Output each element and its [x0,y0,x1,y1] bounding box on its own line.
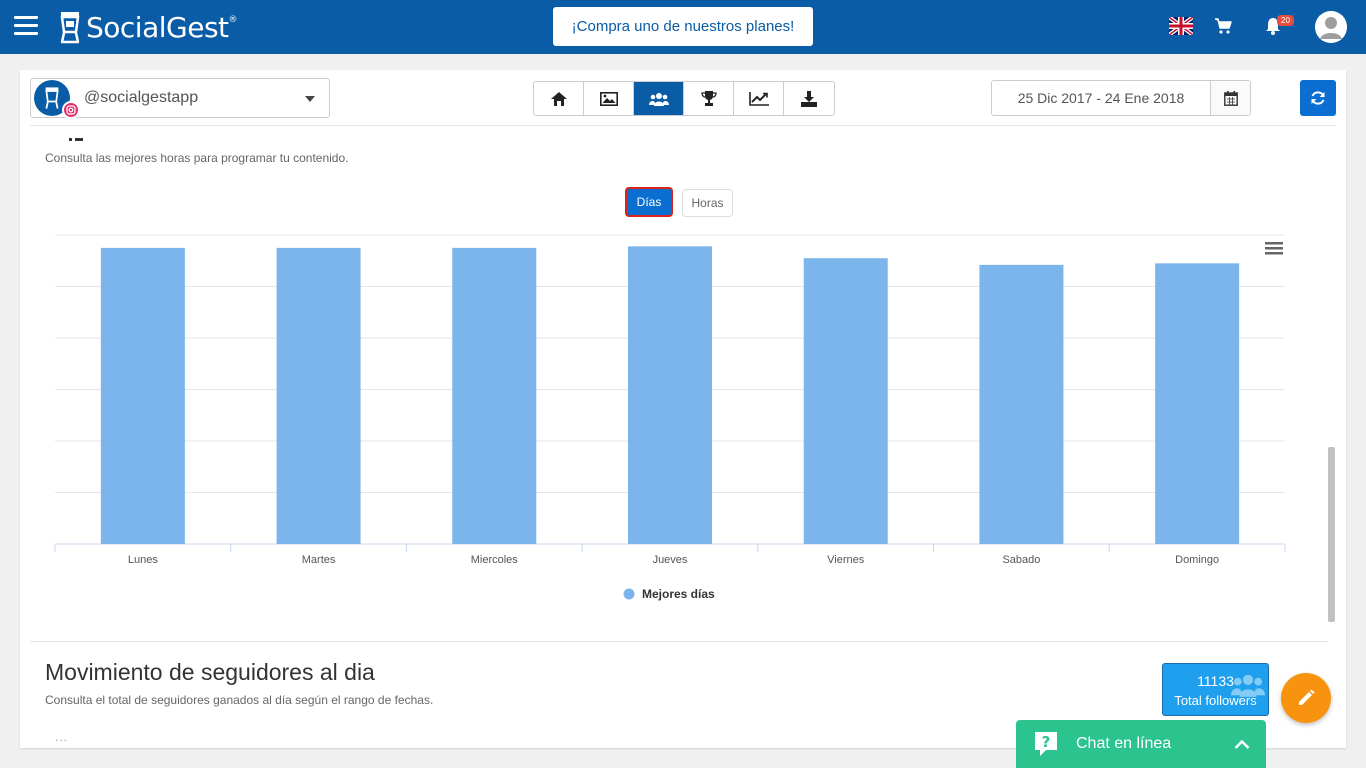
chart-legend-marker [623,588,635,600]
calendar-icon [1223,90,1238,106]
section-title-fragment [69,138,83,141]
uk-flag-icon[interactable] [1167,15,1195,37]
refresh-icon [1311,91,1325,105]
chart-category-label: Martes [302,554,336,566]
chart-scrollbar[interactable] [1328,447,1335,622]
pencil-icon [1299,689,1315,705]
tab-trophy[interactable] [684,82,734,115]
chart-menu-icon[interactable] [1265,241,1283,260]
best-times-subtitle: Consulta las mejores horas para programa… [45,151,349,165]
account-selector[interactable]: @socialgestapp [30,78,330,119]
refresh-button[interactable] [1300,80,1336,116]
chart-category-label: Lunes [128,554,158,566]
followers-section-subtitle: Consulta el total de seguidores ganados … [45,693,434,707]
tab-stats[interactable] [734,82,784,115]
main-panel: @socialgestapp 25 Dic 2017 - 24 Ene 2018 [20,70,1346,748]
trophy-icon [700,91,717,106]
chart-category-label: Domingo [1175,554,1219,566]
image-icon [599,91,618,106]
chart-bar [628,246,712,544]
logo-icon [60,12,80,44]
home-icon [550,91,567,106]
best-days-chart: Lunes Martes Miercoles Jueves Viernes Sabado D… [54,234,1286,601]
date-range-picker[interactable]: 25 Dic 2017 - 24 Ene 2018 [991,80,1251,116]
instagram-icon [62,101,80,119]
section-fragment: ... [55,730,69,744]
followers-section-title: Movimiento de seguidores al dia [45,659,375,685]
chart-legend-label: Mejores días [642,587,715,601]
users-icon [648,92,669,106]
svg-text:?: ? [1042,733,1051,751]
account-avatar [34,80,80,119]
date-range-text: 25 Dic 2017 - 24 Ene 2018 [1017,90,1185,106]
chart-category-label: Miercoles [471,554,519,566]
user-avatar-icon[interactable] [1315,11,1347,43]
edit-fab-button[interactable] [1281,673,1331,723]
total-followers-label: Total followers [1174,693,1257,708]
menu-icon[interactable] [14,16,38,36]
section-tabs [533,81,835,116]
chevron-down-icon [305,96,315,102]
logo-text: SocialGest® [86,10,238,44]
section-divider [30,641,1328,642]
line-chart-icon [748,91,769,106]
calendar-button[interactable] [1210,81,1250,115]
account-name: @socialgestapp [84,89,199,106]
tab-download[interactable] [784,82,834,115]
chevron-up-icon [1234,739,1250,749]
toggle-hours-button[interactable]: Horas [682,189,733,217]
chat-label: Chat en línea [1076,735,1172,752]
chart-category-label: Sabado [1002,554,1040,566]
buy-plan-button[interactable]: ¡Compra uno de nuestros planes! [553,7,813,46]
chart-bar [452,247,537,544]
cart-icon[interactable] [1214,17,1232,40]
tab-followers[interactable] [634,82,684,115]
tab-images[interactable] [584,82,634,115]
chart-bar [276,247,361,544]
chat-help-icon: ? [1035,732,1057,756]
live-chat-bar[interactable]: ? Chat en línea [1016,720,1266,768]
download-icon [801,90,817,107]
chart-bar [100,247,185,544]
toolbar-divider [30,125,1336,126]
chart-bar [979,264,1064,544]
total-followers-count: 11133 [1197,673,1234,689]
notification-badge: 20 [1277,15,1294,26]
chart-category-label: Jueves [653,554,688,566]
total-followers-card: 11133 Total followers [1162,663,1269,716]
chart-bar [1155,263,1240,544]
logo[interactable]: SocialGest® [58,9,237,45]
top-navbar: SocialGest® ¡Compra uno de nuestros plan… [0,0,1366,54]
tab-home[interactable] [534,82,584,115]
chart-bar [803,258,888,544]
toggle-days-button[interactable]: Días [625,187,673,217]
chart-category-label: Viernes [827,554,865,566]
